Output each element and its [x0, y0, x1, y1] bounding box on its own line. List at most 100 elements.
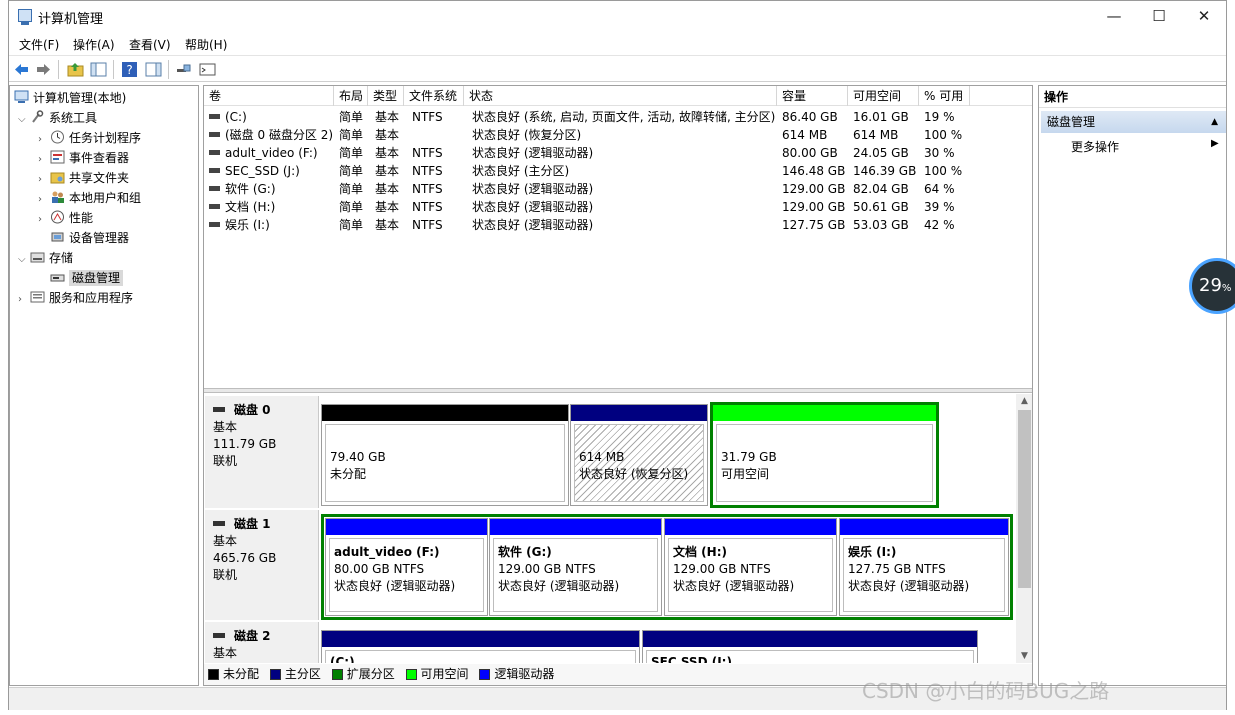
menu-help[interactable]: 帮助(H) — [185, 36, 227, 53]
window-title: 计算机管理 — [38, 12, 104, 27]
tree-item-system-tools[interactable]: ⌵ 系统工具 — [18, 108, 97, 128]
volume-icon — [209, 114, 220, 119]
services-icon — [30, 291, 45, 303]
tree-item-task-scheduler[interactable]: › 任务计划程序 — [38, 128, 141, 148]
legend-swatch — [331, 669, 343, 680]
disk-management-icon — [50, 274, 65, 282]
tree-item-performance[interactable]: › 性能 — [38, 208, 93, 228]
tree-item-root[interactable]: 计算机管理(本地) — [14, 88, 126, 108]
disk-0-label[interactable]: 磁盘 0 基本 111.79 GB 联机 — [205, 396, 319, 508]
disk-icon — [213, 407, 225, 412]
toolbar-separator — [168, 60, 169, 79]
tree-item-storage[interactable]: ⌵ 存储 — [18, 248, 73, 268]
toolbar: ? — [9, 55, 1226, 82]
title-bar[interactable]: 计算机管理 — ☐ ✕ — [9, 1, 1226, 32]
volume-icon — [209, 204, 220, 209]
submenu-arrow-icon[interactable]: ▶ — [1211, 138, 1219, 149]
legend-swatch — [479, 669, 491, 680]
scrollbar-thumb[interactable] — [1018, 410, 1031, 588]
column-capacity[interactable]: 容量 — [777, 86, 848, 106]
disk-map-scrollbar[interactable]: ▲ ▼ — [1016, 394, 1032, 663]
chevron-down-icon[interactable]: ⌵ — [18, 110, 30, 130]
scroll-up-icon[interactable]: ▲ — [1016, 394, 1032, 408]
legend-item: 主分区 — [269, 664, 321, 685]
menu-view[interactable]: 查看(V) — [129, 36, 171, 53]
maximize-button[interactable]: ☐ — [1136, 1, 1182, 32]
tree-item-event-viewer[interactable]: › 事件查看器 — [38, 148, 129, 168]
legend-item: 扩展分区 — [331, 664, 395, 685]
actions-pane: 操作 磁盘管理 ▲ 更多操作 ▶ — [1038, 85, 1227, 686]
connect-icon[interactable] — [175, 61, 192, 78]
minimize-button[interactable]: — — [1091, 1, 1137, 32]
properties-icon[interactable] — [199, 61, 216, 78]
partition-f[interactable]: adult_video (F:) 80.00 GB NTFS 状态良好 (逻辑驱动器… — [325, 518, 488, 616]
column-free-space[interactable]: 可用空间 — [848, 86, 919, 106]
chevron-right-icon[interactable]: › — [38, 150, 50, 170]
volume-row[interactable]: 娱乐 (I:) 简单 基本 NTFS 状态良好 (逻辑驱动器) 127.75 G… — [204, 216, 1032, 234]
volume-list-header: 卷 布局 类型 文件系统 状态 容量 可用空间 % 可用 — [204, 86, 1032, 106]
legend-item: 可用空间 — [405, 664, 469, 685]
chevron-right-icon[interactable]: › — [18, 290, 30, 310]
volume-row[interactable]: (磁盘 0 磁盘分区 2) 简单 基本 状态良好 (恢复分区) 614 MB 6… — [204, 126, 1032, 144]
column-percent-free[interactable]: % 可用 — [919, 86, 970, 106]
close-button[interactable]: ✕ — [1181, 1, 1227, 32]
column-layout[interactable]: 布局 — [334, 86, 368, 106]
device-manager-icon — [51, 232, 64, 242]
volume-icon — [209, 132, 220, 137]
legend-item: 未分配 — [208, 664, 259, 685]
chevron-right-icon[interactable]: › — [38, 210, 50, 230]
volume-row[interactable]: SEC_SSD (J:) 简单 基本 NTFS 状态良好 (主分区) 146.4… — [204, 162, 1032, 180]
volume-row[interactable]: 软件 (G:) 简单 基本 NTFS 状态良好 (逻辑驱动器) 129.00 G… — [204, 180, 1032, 198]
volume-icon — [209, 168, 220, 173]
pane-splitter[interactable] — [204, 388, 1032, 393]
volume-row[interactable]: adult_video (F:) 简单 基本 NTFS 状态良好 (逻辑驱动器)… — [204, 144, 1032, 162]
collapse-icon[interactable]: ▲ — [1211, 111, 1218, 133]
svg-text:?: ? — [126, 63, 132, 77]
volume-row[interactable]: (C:) 简单 基本 NTFS 状态良好 (系统, 启动, 页面文件, 活动, … — [204, 108, 1032, 126]
tree-item-services[interactable]: › 服务和应用程序 — [18, 288, 133, 308]
tree-item-device-manager[interactable]: 设备管理器 — [50, 228, 129, 248]
partition-h[interactable]: 文档 (H:) 129.00 GB NTFS 状态良好 (逻辑驱动器) — [664, 518, 837, 616]
menu-action[interactable]: 操作(A) — [73, 36, 115, 53]
up-folder-icon[interactable] — [67, 61, 84, 78]
actions-section-disk-management[interactable]: 磁盘管理 ▲ — [1041, 111, 1226, 133]
watermark: CSDN @小白的码BUG之路 — [862, 679, 1110, 703]
column-type[interactable]: 类型 — [368, 86, 404, 106]
clock-icon — [51, 130, 64, 144]
toolbar-separator — [58, 60, 59, 79]
chevron-right-icon[interactable]: › — [38, 170, 50, 190]
menu-file[interactable]: 文件(F) — [19, 36, 59, 53]
show-hide-tree-icon[interactable] — [90, 61, 107, 78]
legend-swatch — [269, 669, 281, 680]
scroll-down-icon[interactable]: ▼ — [1016, 649, 1032, 663]
volume-icon — [209, 150, 220, 155]
volume-row[interactable]: 文档 (H:) 简单 基本 NTFS 状态良好 (逻辑驱动器) 129.00 G… — [204, 198, 1032, 216]
computer-management-icon — [18, 9, 32, 25]
tree-item-disk-management[interactable]: 磁盘管理 — [50, 268, 124, 288]
actions-header: 操作 — [1039, 86, 1226, 108]
partition-recovery[interactable]: 614 MB 状态良好 (恢复分区) — [570, 404, 708, 506]
column-status[interactable]: 状态 — [464, 86, 777, 106]
partition-free-space[interactable]: 31.79 GB 可用空间 — [710, 402, 939, 508]
partition-i[interactable]: 娱乐 (I:) 127.75 GB NTFS 状态良好 (逻辑驱动器) — [839, 518, 1009, 616]
tree-item-shared-folders[interactable]: › 共享文件夹 — [38, 168, 129, 188]
column-filesystem[interactable]: 文件系统 — [404, 86, 464, 106]
disk-icon — [213, 521, 225, 526]
disk-icon — [213, 633, 225, 638]
show-action-pane-icon[interactable] — [145, 61, 162, 78]
chevron-down-icon[interactable]: ⌵ — [18, 250, 30, 270]
column-volume[interactable]: 卷 — [204, 86, 334, 106]
partition-c[interactable]: (C:) — [321, 630, 640, 663]
more-actions[interactable]: 更多操作 — [1071, 138, 1119, 155]
disk-2-label[interactable]: 磁盘 2 基本 — [205, 622, 319, 663]
partition-j[interactable]: SEC SSD (J:) — [642, 630, 978, 663]
partition-g[interactable]: 软件 (G:) 129.00 GB NTFS 状态良好 (逻辑驱动器) — [489, 518, 662, 616]
back-icon[interactable] — [13, 61, 30, 78]
help-icon[interactable]: ? — [121, 61, 138, 78]
tree-item-local-users[interactable]: › 本地用户和组 — [38, 188, 141, 208]
forward-icon[interactable] — [35, 61, 52, 78]
disk-1-label[interactable]: 磁盘 1 基本 465.76 GB 联机 — [205, 510, 319, 620]
chevron-right-icon[interactable]: › — [38, 130, 50, 150]
chevron-right-icon[interactable]: › — [38, 190, 50, 210]
partition-unallocated[interactable]: 79.40 GB 未分配 — [321, 404, 569, 506]
